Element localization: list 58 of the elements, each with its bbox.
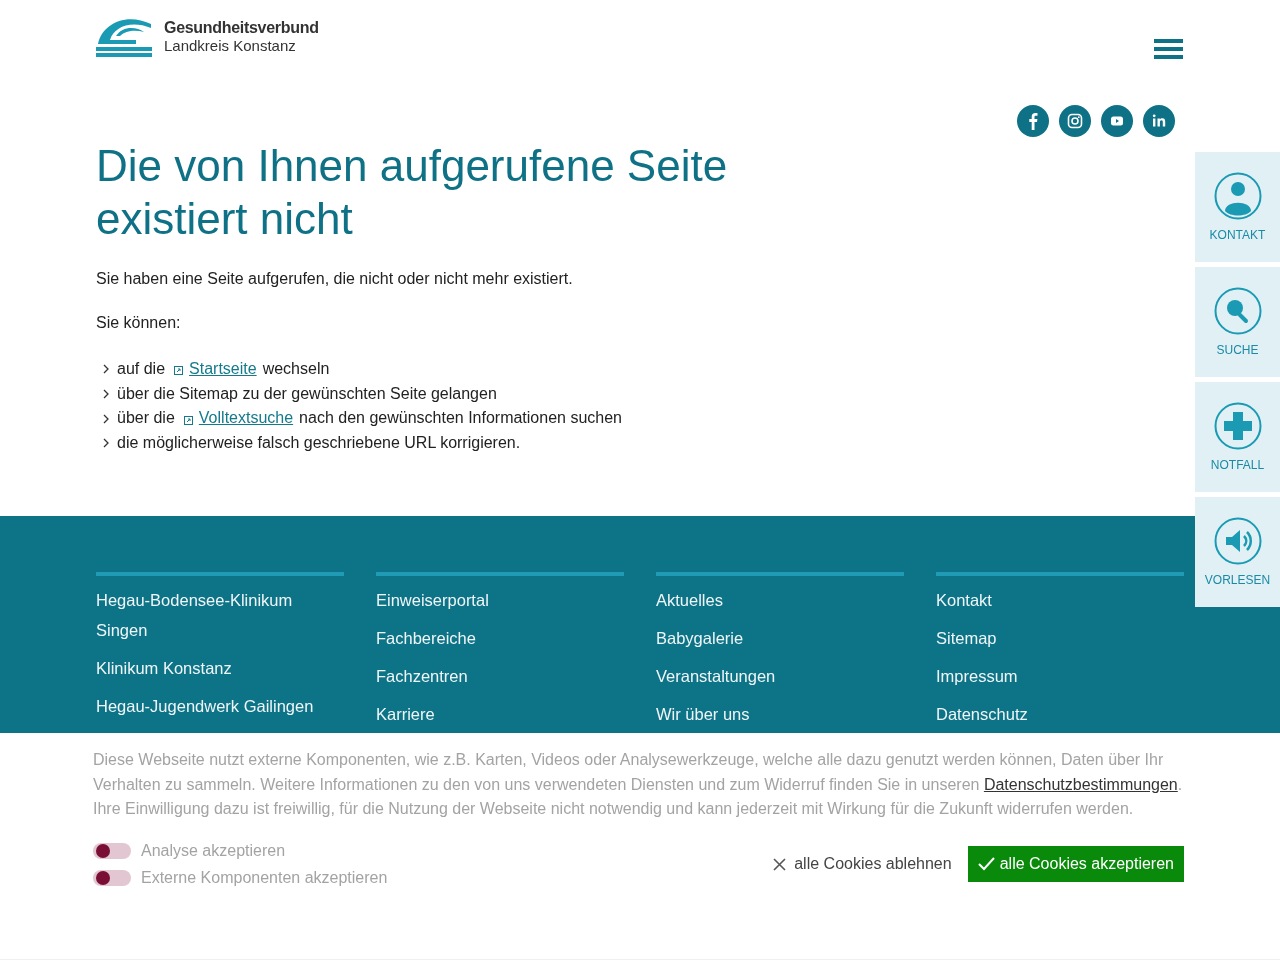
options-label: Sie können: [96, 313, 182, 333]
privacy-link[interactable]: Datenschutzbestimmungen [983, 775, 1178, 793]
facebook-icon[interactable] [1017, 105, 1049, 137]
footer-link[interactable]: Klinikum Konstanz [96, 652, 344, 683]
logo-subtitle: Landkreis Konstanz [164, 37, 297, 55]
footer-link[interactable]: Aktuelles [656, 584, 904, 615]
chevron-icon [103, 438, 109, 449]
side-tab[interactable]: SUCHE [1195, 267, 1280, 377]
side-tab[interactable]: VORLESEN [1195, 497, 1280, 607]
option-text: über die [117, 408, 175, 429]
toggle-switch[interactable] [93, 869, 131, 886]
footer-link[interactable]: Kontakt [936, 584, 1184, 615]
linkedin-icon[interactable] [1143, 105, 1175, 137]
footer-link[interactable]: Impressum [936, 660, 1184, 691]
footer-link[interactable]: Veranstaltungen [656, 660, 904, 691]
option-text: wechseln [262, 359, 330, 379]
page-heading: Die von Ihnen aufgerufene Seite existiert nicht [96, 140, 729, 245]
option-link[interactable]: Volltextsuche [198, 406, 294, 432]
toggle-label: Externe Komponenten akzeptieren [141, 868, 388, 887]
option-text: nach den gewünschten Informationen suchen [299, 408, 622, 429]
cookie-text: Diese Webseite nutzt externe Komponenten, wie z.B. Karten, Videos oder Analysewerkzeuge, welche alle dazu genutzt werden können, Daten über Ihr Verhalten zu sammeln. Weitere Informationen zu den von uns verwendeten Diensten und zum Widerruf finden Sie in unseren Datenschutzbestimmungen. Ihre Einwilligung dazu ist freiwillig, für die Nutzung der Webseite nicht notwendig und kann jederzeit mit Wirkung für die Zukunft widerrufen werden. [93, 749, 1184, 820]
footer-link[interactable]: Fachzentren [376, 660, 624, 691]
check-icon [977, 857, 995, 872]
logo-title: Gesundheitsverbund [164, 19, 319, 37]
footer-link[interactable]: Einweiserportal [376, 584, 624, 615]
side-tab[interactable]: KONTAKT [1195, 152, 1280, 262]
toggle-label: Analyse akzeptieren [141, 841, 286, 860]
footer-link[interactable]: Datenschutz [936, 698, 1184, 729]
option-text: auf die [117, 359, 166, 379]
option-link[interactable]: Startseite [189, 357, 257, 382]
side-tab[interactable]: NOTFALL [1195, 382, 1280, 492]
external-link-icon [174, 366, 184, 376]
option-text: die möglicherweise falsch geschriebene URL korrigieren. [117, 433, 521, 454]
close-icon [773, 857, 787, 871]
person-icon [1213, 172, 1262, 220]
footer-link[interactable]: Fachbereiche [376, 622, 624, 653]
footer-link[interactable]: Babygalerie [656, 622, 904, 653]
accept-button[interactable]: alle Cookies akzeptieren [967, 846, 1184, 883]
plus-icon [1213, 402, 1262, 450]
external-link-icon [183, 415, 193, 425]
youtube-icon[interactable] [1101, 105, 1133, 137]
footer-link[interactable]: Wir über uns [656, 698, 904, 729]
speaker-icon [1213, 517, 1262, 565]
footer-link[interactable]: Karriere [376, 698, 624, 729]
footer-link[interactable]: Hegau-Jugendwerk Gailingen [96, 690, 344, 721]
decline-button[interactable]: alle Cookies ablehnen [773, 849, 952, 880]
search-icon [1213, 287, 1262, 335]
option-text: über die Sitemap zu der gewünschten Seite gelangen [117, 383, 497, 404]
toggle-switch[interactable] [93, 842, 131, 859]
chevron-icon [103, 413, 109, 424]
intro-text: Sie haben eine Seite aufgerufen, die nicht oder nicht mehr existiert. [96, 269, 574, 289]
logo[interactable]: Gesundheitsverbund Landkreis Konstanz [96, 14, 319, 60]
footer-link[interactable]: Hegau-Bodensee-Klinikum Singen [96, 584, 344, 645]
chevron-icon [103, 389, 109, 400]
instagram-icon[interactable] [1059, 105, 1091, 137]
footer-link[interactable]: Sitemap [936, 622, 1184, 653]
chevron-icon [103, 364, 109, 375]
menu-icon[interactable] [1154, 39, 1183, 59]
